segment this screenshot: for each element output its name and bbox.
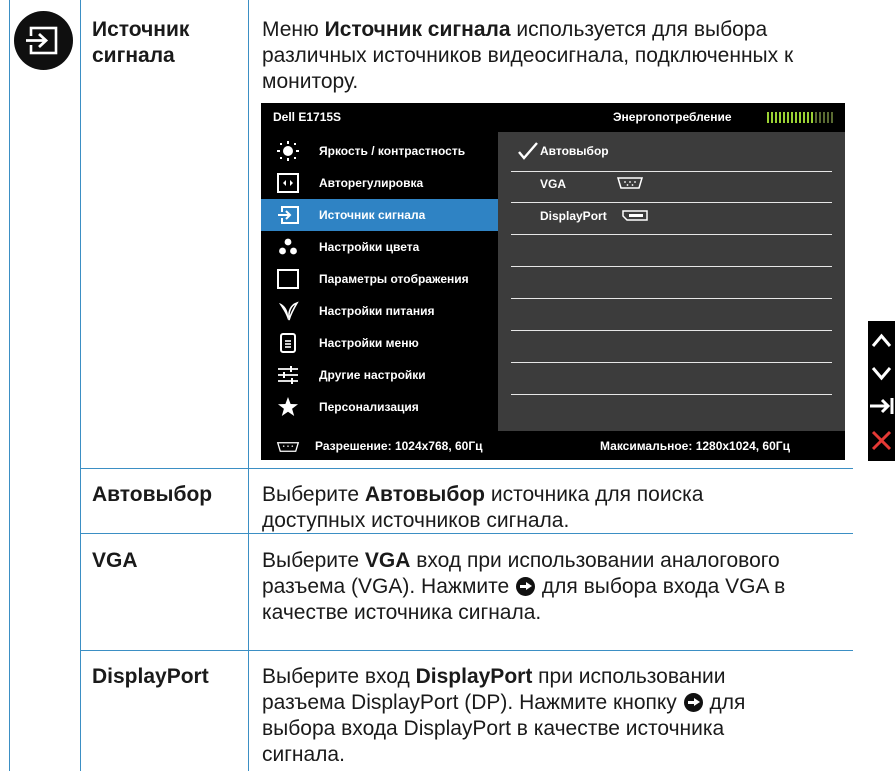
submenu-displayport[interactable]: DisplayPort [540,209,607,223]
submenu-divider [511,330,832,331]
desc-vga: Выберите VGA вход при использовании анал… [262,549,786,624]
menu-doc-icon [280,333,296,353]
submenu-divider [511,298,832,299]
menu-item-personalize[interactable]: Персонализация [261,391,498,423]
star-icon [278,397,298,416]
menu-item-input-source[interactable]: Источник сигнала [261,199,498,231]
input-source-icon [14,11,73,70]
desc-input-source: Меню Источник сигнала используется для в… [262,18,794,93]
submenu-divider [511,266,832,267]
power-leaf-icon [279,301,299,321]
sliders-icon [278,366,298,384]
enter-arrow-icon[interactable] [868,391,895,421]
submenu-divider [511,394,832,395]
osd-menu-screenshot: Dell E1715S Энергопотребление Яркость / … [261,103,845,460]
input-source-icon [278,206,299,224]
submenu-divider [511,234,832,235]
osd-main-menu: Яркость / контрастность Авторегулировка … [261,132,498,431]
table-left-border [9,0,10,771]
color-dots-icon [279,238,297,255]
menu-item-display[interactable]: Параметры отображения [261,263,498,295]
term-vga: VGA [92,549,138,572]
vga-connector-icon [616,177,644,189]
menu-item-menu-settings[interactable]: Настройки меню [261,327,498,359]
row-divider [80,650,853,651]
submenu-divider [511,202,832,203]
osd-energy-label: Энергопотребление [613,110,732,124]
energy-meter [767,112,835,123]
menu-item-color[interactable]: Настройки цвета [261,231,498,263]
checkmark-icon [518,142,538,160]
submenu-divider [511,362,832,363]
submenu-vga[interactable]: VGA [540,177,566,191]
term-displayport: DisplayPort [92,665,209,688]
term-input-source: Источник сигнала [92,18,190,67]
table-column-divider-1 [80,0,81,771]
submenu-auto-select[interactable]: Автовыбор [540,144,609,158]
monitor-button-panel [868,321,895,461]
vga-connector-icon [276,442,300,452]
menu-item-power[interactable]: Настройки питания [261,295,498,327]
osd-current-resolution: Разрешение: 1024x768, 60Гц [315,439,483,453]
desc-auto-select: Выберите Автовыбор источника для поиска … [262,483,704,532]
submenu-divider [511,171,832,172]
osd-header: Dell E1715S Энергопотребление [261,103,845,132]
displayport-connector-icon [622,210,648,221]
display-square-icon [277,269,299,289]
table-column-divider-2 [248,0,249,771]
desc-displayport: Выберите вход DisplayPort при использова… [262,665,746,766]
osd-model-name: Dell E1715S [273,110,342,124]
osd-max-resolution: Максимальное: 1280x1024, 60Гц [600,439,790,453]
auto-adjust-icon [277,173,299,193]
enter-button-icon [683,693,703,712]
up-arrow-icon[interactable] [868,326,895,356]
close-x-icon[interactable] [868,425,895,455]
menu-item-auto-adjust[interactable]: Авторегулировка [261,167,498,199]
term-auto-select: Автовыбор [92,483,213,506]
down-arrow-icon[interactable] [868,358,895,388]
enter-button-icon [516,577,536,596]
menu-item-brightness[interactable]: Яркость / контрастность [261,135,498,167]
brightness-icon [277,141,299,161]
menu-item-other[interactable]: Другие настройки [261,359,498,391]
row-divider [80,468,853,469]
